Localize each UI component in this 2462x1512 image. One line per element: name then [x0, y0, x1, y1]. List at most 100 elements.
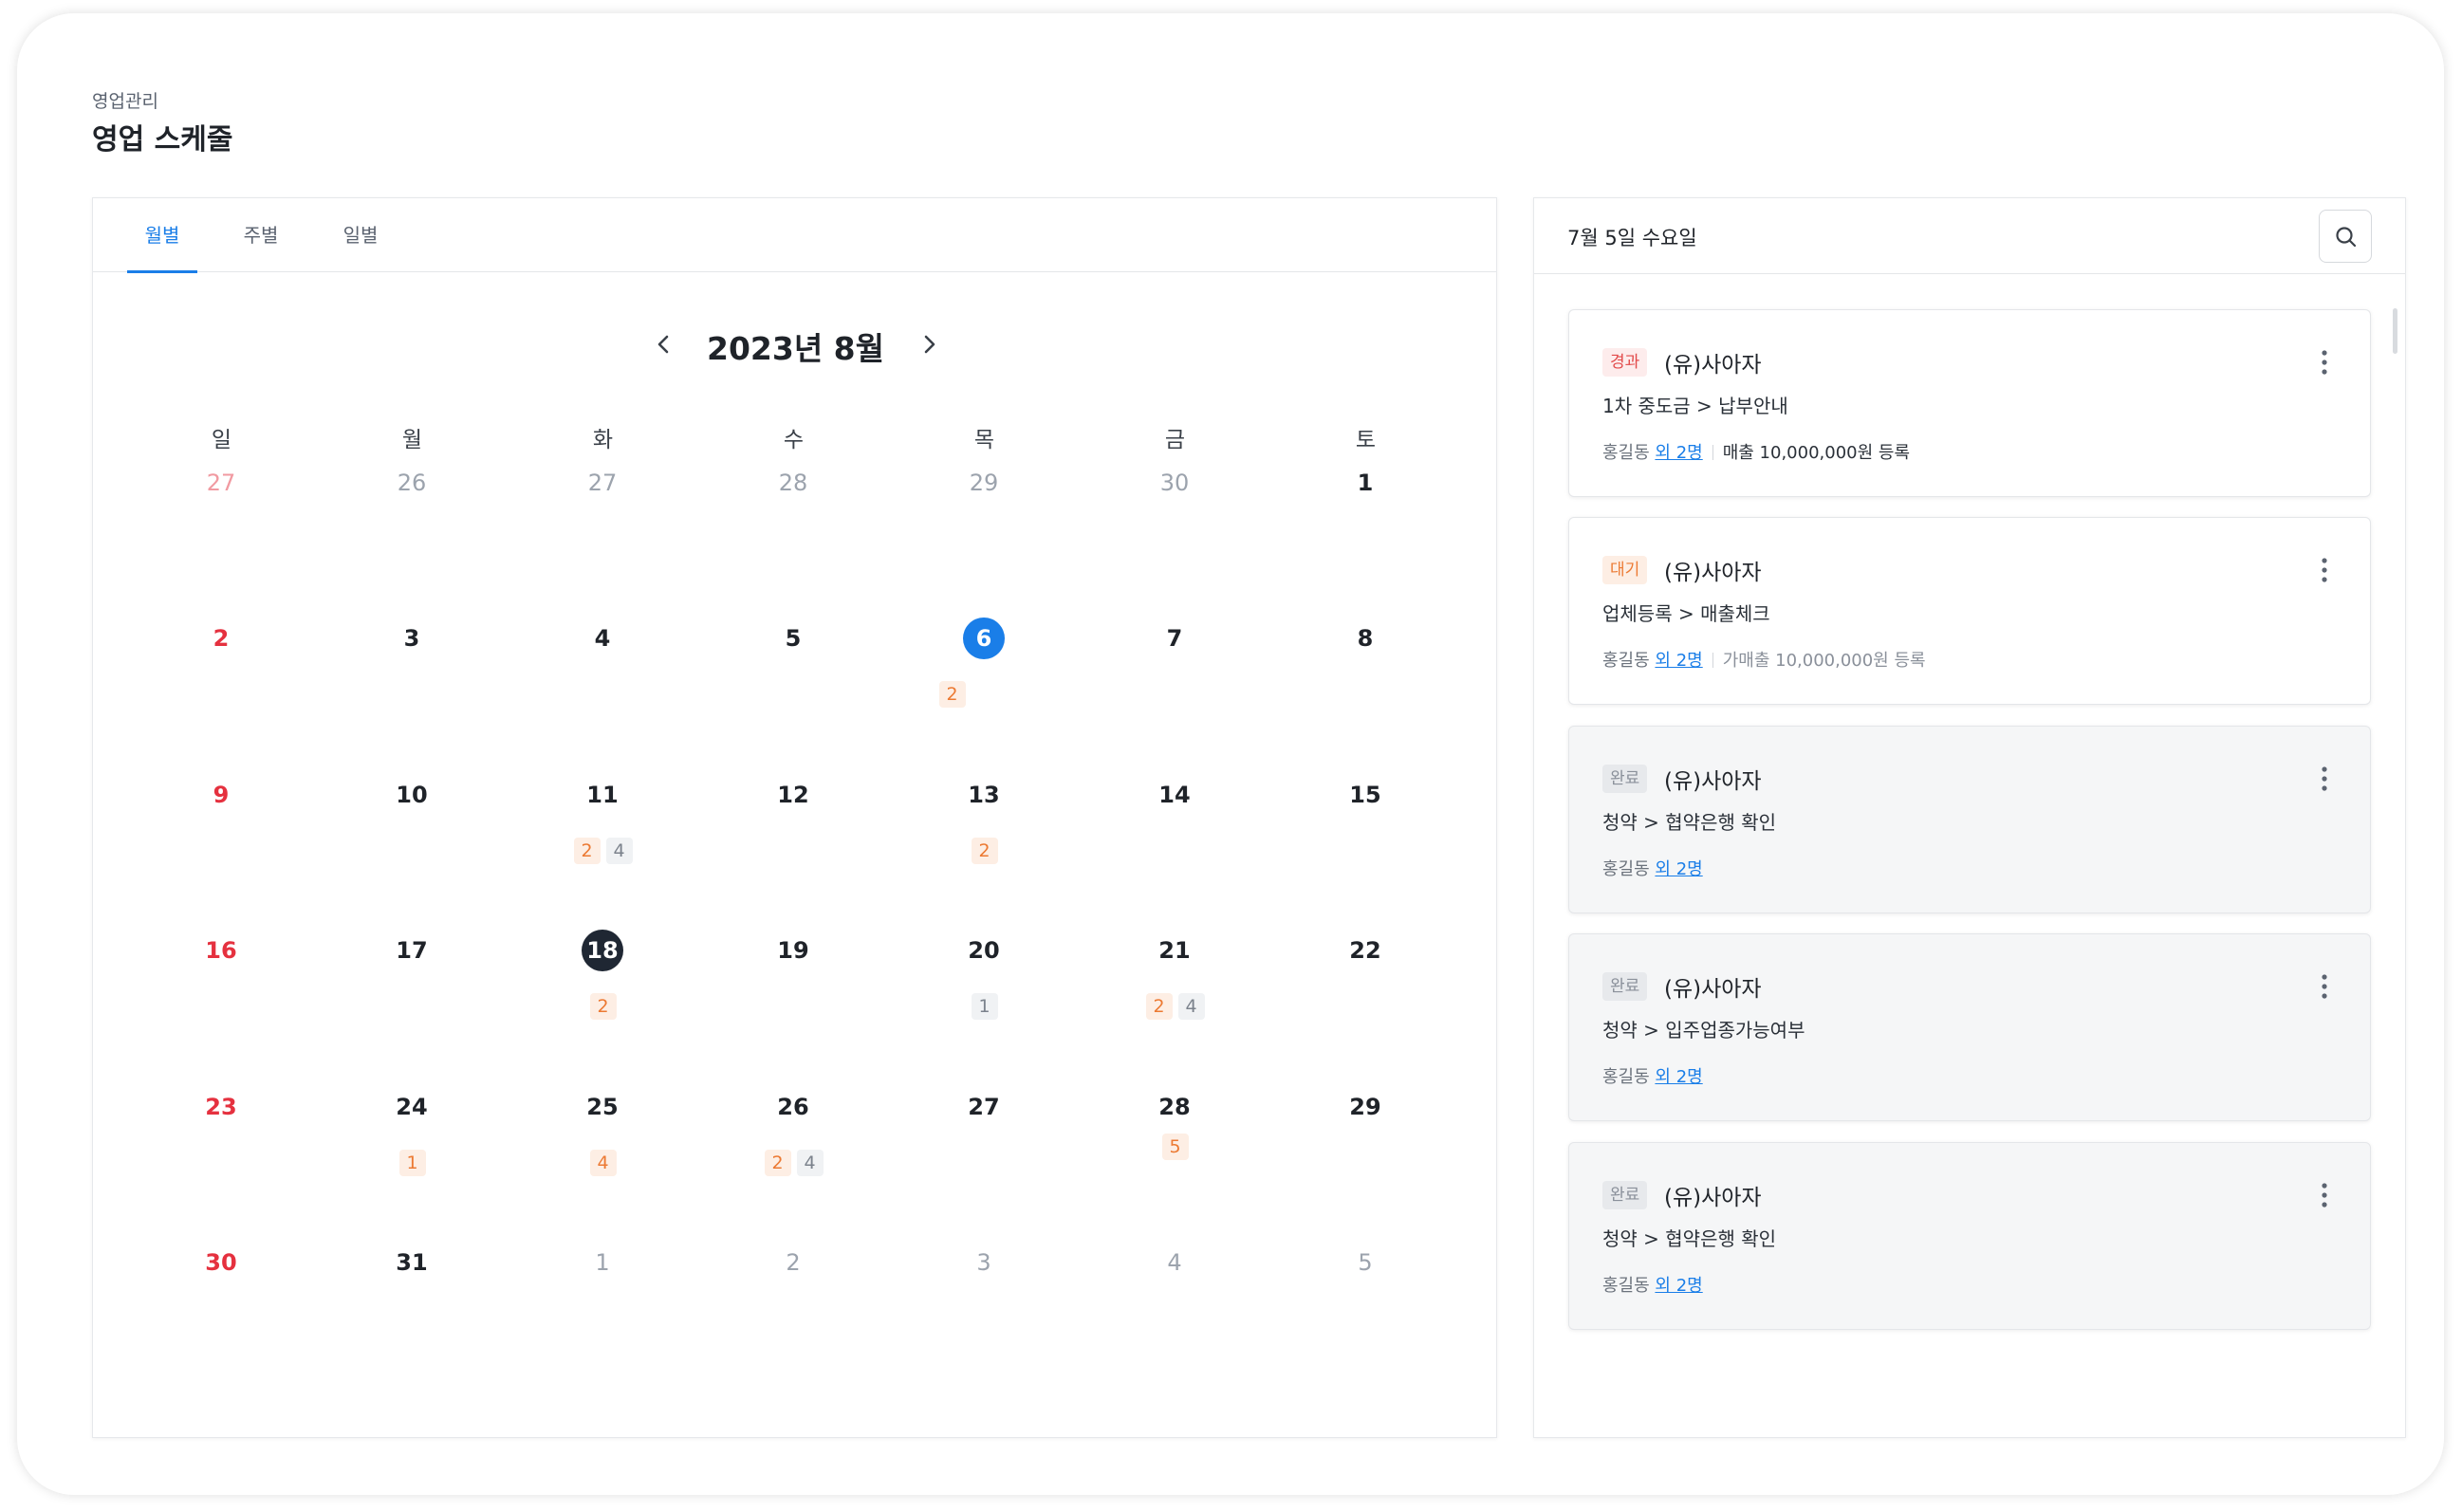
day-number: 5: [785, 625, 802, 652]
calendar-day-cell[interactable]: 2: [126, 618, 317, 773]
task-path: 청약 > 협약은행 확인: [1602, 1227, 1777, 1250]
calendar-panel: 월별 주별 일별 2023년 8월 일월화수목금토 27 26 27 28 29 30 1 2…: [92, 197, 1497, 1438]
card-meta: 홍길동 외 2명: [1602, 856, 1703, 880]
event-count-badge[interactable]: 2: [971, 838, 998, 864]
calendar-day-cell[interactable]: 7: [1080, 618, 1270, 773]
event-count-badge[interactable]: 1: [971, 993, 998, 1020]
search-button[interactable]: [2319, 210, 2372, 263]
event-count-badge[interactable]: 4: [1177, 993, 1205, 1020]
other-assignees-link[interactable]: 외 2명: [1655, 1067, 1702, 1087]
schedule-card[interactable]: 완료 (유)사아자 청약 > 입주업종가능여부 홍길동 외 2명: [1568, 933, 2371, 1121]
calendar-day-cell[interactable]: 24 1: [317, 1086, 508, 1242]
event-count-badge[interactable]: 2: [589, 993, 617, 1020]
company-name: (유)사아자: [1664, 977, 1762, 1002]
calendar-day-cell[interactable]: 8: [1270, 618, 1461, 773]
calendar-day-cell[interactable]: 25 4: [508, 1086, 698, 1242]
search-icon: [2336, 227, 2357, 248]
calendar-day-cell[interactable]: 1: [1270, 462, 1461, 618]
more-options-button[interactable]: [2313, 763, 2336, 795]
event-count-badge[interactable]: 4: [589, 1150, 617, 1176]
tab-monthly[interactable]: 월별: [127, 198, 197, 273]
calendar-day-cell[interactable]: 27: [889, 1086, 1080, 1242]
event-count-badge[interactable]: 2: [1145, 993, 1173, 1020]
calendar-day-cell[interactable]: 30: [126, 1242, 317, 1397]
calendar-day-cell[interactable]: 4: [508, 618, 698, 773]
calendar-day-cell[interactable]: 19: [698, 930, 889, 1085]
event-count-badges: 1: [317, 1150, 508, 1176]
more-options-button[interactable]: [2313, 554, 2336, 586]
other-assignees-link[interactable]: 외 2명: [1655, 859, 1702, 879]
more-options-button[interactable]: [2313, 1179, 2336, 1211]
calendar-day-cell[interactable]: 26 2 4: [698, 1086, 889, 1242]
calendar-day-cell[interactable]: 20 1: [889, 930, 1080, 1085]
calendar-day-cell[interactable]: 27: [126, 462, 317, 618]
company-name: (유)사아자: [1664, 561, 1762, 585]
day-number: 13: [968, 782, 1000, 808]
more-options-button[interactable]: [2313, 346, 2336, 378]
calendar-day-cell[interactable]: 14: [1080, 774, 1270, 930]
schedule-header: 7월 5일 수요일: [1534, 198, 2405, 274]
schedule-card[interactable]: 대기 (유)사아자 업체등록 > 매출체크 홍길동 외 2명 가매출 10,000,00…: [1568, 517, 2371, 705]
status-badge: 완료: [1602, 765, 1648, 793]
calendar-day-cell[interactable]: 30: [1080, 462, 1270, 618]
task-path: 1차 중도금 > 납부안내: [1602, 395, 1788, 417]
task-path: 청약 > 협약은행 확인: [1602, 811, 1777, 834]
month-navigator: 2023년 8월: [93, 322, 1498, 369]
card-meta: 홍길동 외 2명 가매출 10,000,000원 등록: [1602, 647, 1926, 672]
calendar-day-cell[interactable]: 28 5: [1080, 1086, 1270, 1242]
schedule-card[interactable]: 완료 (유)사아자 청약 > 협약은행 확인 홍길동 외 2명: [1568, 726, 2371, 913]
schedule-card[interactable]: 경과 (유)사아자 1차 중도금 > 납부안내 홍길동 외 2명 매출 10,000,0…: [1568, 309, 2371, 497]
event-count-badge[interactable]: 2: [573, 838, 601, 864]
tab-daily[interactable]: 일별: [325, 198, 396, 272]
weekday-label: 일: [211, 428, 232, 452]
calendar-day-cell[interactable]: 31: [317, 1242, 508, 1397]
calendar-day-cell[interactable]: 62: [889, 618, 1080, 773]
calendar-day-cell[interactable]: 5: [1270, 1242, 1461, 1397]
calendar-day-cell[interactable]: 21 2 4: [1080, 930, 1270, 1085]
day-number: 19: [777, 937, 809, 964]
other-assignees-link[interactable]: 외 2명: [1655, 1276, 1702, 1296]
calendar-day-cell[interactable]: 16: [126, 930, 317, 1085]
day-number: 25: [586, 1094, 619, 1120]
tab-weekly[interactable]: 주별: [226, 198, 296, 272]
calendar-day-cell[interactable]: 11 2 4: [508, 774, 698, 930]
calendar-day-cell[interactable]: 12: [698, 774, 889, 930]
scrollbar-thumb[interactable]: [2393, 308, 2397, 354]
event-count-badge[interactable]: 5: [1161, 1134, 1189, 1160]
next-month-button[interactable]: [912, 327, 946, 361]
other-assignees-link[interactable]: 외 2명: [1655, 651, 1702, 671]
calendar-day-cell[interactable]: 17: [317, 930, 508, 1085]
calendar-day-cell[interactable]: 29: [889, 462, 1080, 618]
calendar-day-cell[interactable]: 3: [889, 1242, 1080, 1397]
event-count-badge[interactable]: 4: [796, 1150, 824, 1176]
calendar-day-cell[interactable]: 9: [126, 774, 317, 930]
calendar-day-cell[interactable]: 23: [126, 1086, 317, 1242]
calendar-day-cell[interactable]: 29: [1270, 1086, 1461, 1242]
more-options-button[interactable]: [2313, 970, 2336, 1003]
schedule-card[interactable]: 완료 (유)사아자 청약 > 협약은행 확인 홍길동 외 2명: [1568, 1142, 2371, 1330]
event-count-badge[interactable]: 4: [605, 838, 633, 864]
calendar-day-cell[interactable]: 22: [1270, 930, 1461, 1085]
day-number: 14: [1158, 782, 1191, 808]
calendar-day-cell[interactable]: 4: [1080, 1242, 1270, 1397]
calendar-day-cell[interactable]: 15: [1270, 774, 1461, 930]
task-path: 업체등록 > 매출체크: [1602, 602, 1770, 625]
calendar-day-cell[interactable]: 2: [698, 1242, 889, 1397]
calendar-day-cell[interactable]: 26: [317, 462, 508, 618]
calendar-day-cell[interactable]: 18 2: [508, 930, 698, 1085]
day-number: 7: [1166, 625, 1183, 652]
event-count-badge[interactable]: 2: [938, 681, 966, 708]
calendar-day-cell[interactable]: 3: [317, 618, 508, 773]
other-assignees-link[interactable]: 외 2명: [1655, 443, 1702, 463]
day-number: 11: [586, 782, 619, 808]
calendar-day-cell[interactable]: 27: [508, 462, 698, 618]
calendar-day-cell[interactable]: 13 2: [889, 774, 1080, 930]
meta-divider: [1712, 653, 1713, 668]
calendar-day-cell[interactable]: 28: [698, 462, 889, 618]
event-count-badge[interactable]: 2: [764, 1150, 791, 1176]
day-number: 15: [1349, 782, 1381, 808]
day-number: 2: [213, 625, 230, 652]
event-count-badge[interactable]: 1: [398, 1150, 426, 1176]
calendar-day-cell[interactable]: 10: [317, 774, 508, 930]
calendar-day-cell[interactable]: 1: [508, 1242, 698, 1397]
